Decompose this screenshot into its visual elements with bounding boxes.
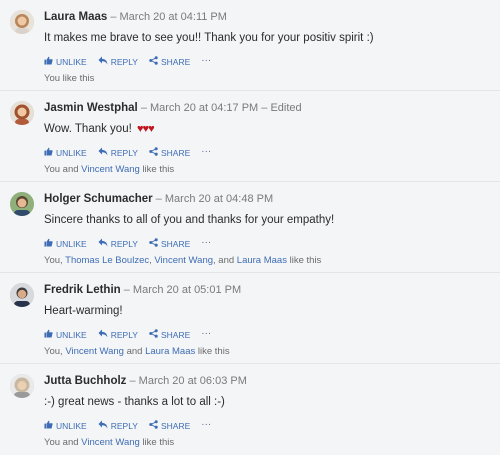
comment-actions: UNLIKE REPLY SHARE ··· (44, 419, 211, 432)
unlike-button[interactable]: UNLIKE (44, 56, 87, 68)
reply-icon (98, 420, 108, 432)
avatar[interactable] (10, 101, 34, 125)
comment-text: It makes me brave to see you!! Thank you… (44, 32, 374, 44)
liker-link[interactable]: Vincent Wang (154, 255, 213, 266)
reply-button[interactable]: REPLY (98, 420, 138, 432)
comment-meta: – March 20 at 05:01 PM (123, 284, 242, 296)
share-button[interactable]: SHARE (149, 329, 190, 341)
more-options-button[interactable]: ··· (201, 55, 211, 67)
comment-meta: – March 20 at 06:03 PM (129, 375, 247, 387)
likes-summary: You and Vincent Wang like this (44, 437, 175, 448)
author-name[interactable]: Fredrik Lethin (44, 284, 121, 296)
more-options-button[interactable]: ··· (201, 328, 211, 340)
more-options-button[interactable]: ··· (201, 146, 211, 158)
liker-link[interactable]: Laura Maas (237, 255, 287, 266)
heart-emoji: ♥♥♥ (137, 123, 155, 135)
reply-button[interactable]: REPLY (98, 56, 138, 68)
share-icon (149, 147, 158, 159)
share-button[interactable]: SHARE (149, 238, 190, 250)
unlike-button[interactable]: UNLIKE (44, 238, 87, 250)
share-button[interactable]: SHARE (149, 56, 190, 68)
reply-button[interactable]: REPLY (98, 329, 138, 341)
comment-text: Heart-warming! (44, 305, 123, 317)
reply-icon (98, 56, 108, 68)
author-name[interactable]: Holger Schumacher (44, 193, 153, 205)
liker-link[interactable]: Vincent Wang (65, 346, 124, 357)
comment-meta: – March 20 at 04:17 PM – Edited (140, 102, 302, 114)
comment-meta: – March 20 at 04:48 PM (155, 193, 274, 205)
reply-button[interactable]: REPLY (98, 147, 138, 159)
avatar[interactable] (10, 283, 34, 307)
more-options-button[interactable]: ··· (201, 237, 211, 249)
share-icon (149, 329, 158, 341)
avatar[interactable] (10, 192, 34, 216)
likes-summary: You and Vincent Wang like this (44, 164, 175, 175)
reply-icon (98, 329, 108, 341)
comment-actions: UNLIKE REPLY SHARE ··· (44, 237, 211, 250)
likes-summary: You, Thomas Le Boulzec, Vincent Wang, an… (44, 255, 322, 266)
thumbs-up-icon (44, 329, 53, 341)
comment-text: Sincere thanks to all of you and thanks … (44, 214, 335, 226)
comment-item: Laura Maas – March 20 at 04:11 PM It mak… (0, 0, 500, 91)
share-button[interactable]: SHARE (149, 147, 190, 159)
share-icon (149, 56, 158, 68)
reply-icon (98, 238, 108, 250)
comment-actions: UNLIKE REPLY SHARE ··· (44, 328, 211, 341)
thumbs-up-icon (44, 56, 53, 68)
author-name[interactable]: Laura Maas (44, 11, 107, 23)
author-name[interactable]: Jasmin Westphal (44, 102, 138, 114)
comment-item: Holger Schumacher – March 20 at 04:48 PM… (0, 182, 500, 273)
thumbs-up-icon (44, 420, 53, 432)
comment-meta: – March 20 at 04:11 PM (110, 11, 227, 23)
unlike-button[interactable]: UNLIKE (44, 329, 87, 341)
liker-link[interactable]: Vincent Wang (81, 164, 140, 175)
comment-text: :-) great news - thanks a lot to all :-) (44, 396, 225, 408)
avatar[interactable] (10, 10, 34, 34)
share-icon (149, 420, 158, 432)
likes-summary: You, Vincent Wang and Laura Maas like th… (44, 346, 230, 357)
liker-link[interactable]: Laura Maas (145, 346, 195, 357)
unlike-button[interactable]: UNLIKE (44, 420, 87, 432)
unlike-button[interactable]: UNLIKE (44, 147, 87, 159)
likes-summary: You like this (44, 73, 95, 84)
liker-link[interactable]: Vincent Wang (81, 437, 140, 448)
comment-actions: UNLIKE REPLY SHARE ··· (44, 55, 211, 68)
share-icon (149, 238, 158, 250)
reply-icon (98, 147, 108, 159)
thumbs-up-icon (44, 238, 53, 250)
liker-link[interactable]: Thomas Le Boulzec (65, 255, 149, 266)
comment-feed: Laura Maas – March 20 at 04:11 PM It mak… (0, 0, 500, 455)
comment-item: Jutta Buchholz – March 20 at 06:03 PM :-… (0, 364, 500, 455)
share-button[interactable]: SHARE (149, 420, 190, 432)
avatar[interactable] (10, 374, 34, 398)
comment-text: Wow. Thank you! ♥♥♥ (44, 123, 155, 135)
comment-actions: UNLIKE REPLY SHARE ··· (44, 146, 211, 159)
thumbs-up-icon (44, 147, 53, 159)
more-options-button[interactable]: ··· (201, 419, 211, 431)
author-name[interactable]: Jutta Buchholz (44, 375, 126, 387)
comment-item: Jasmin Westphal – March 20 at 04:17 PM –… (0, 91, 500, 182)
reply-button[interactable]: REPLY (98, 238, 138, 250)
comment-item: Fredrik Lethin – March 20 at 05:01 PM He… (0, 273, 500, 364)
